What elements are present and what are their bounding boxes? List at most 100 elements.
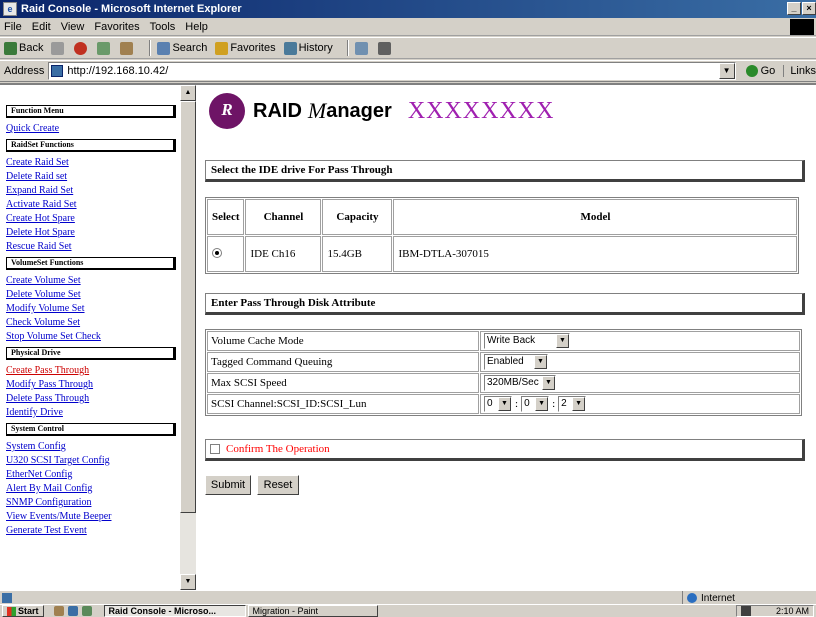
minimize-button[interactable]: _ (787, 2, 801, 15)
menu-link-ethernet-config[interactable]: EtherNet Config (6, 468, 176, 482)
favorites-button[interactable]: Favorites (215, 41, 276, 55)
max-scsi-speed-select[interactable]: 320MB/Sec ▼ (484, 375, 556, 391)
back-button[interactable]: Back (4, 41, 44, 55)
standard-toolbar: Back Search Favorites History (0, 37, 816, 59)
security-zone: Internet (682, 591, 735, 605)
back-label: Back (19, 42, 44, 54)
menu-header-volumeset: VolumeSet Functions (6, 257, 176, 270)
attr-label: Volume Cache Mode (207, 331, 479, 351)
windows-logo-icon (790, 19, 814, 35)
menu-header-physical-drive: Physical Drive (6, 347, 176, 360)
search-icon (157, 41, 171, 55)
capacity-cell: 15.4GB (322, 236, 393, 272)
table-row: Volume Cache Mode Write Back ▼ (207, 331, 800, 351)
drive-table: Select Channel Capacity Model IDE Ch16 1… (205, 197, 800, 274)
select-value: 0 (524, 398, 530, 409)
menu-link-quick-create[interactable]: Quick Create (6, 122, 176, 136)
window-titlebar: e Raid Console - Microsoft Internet Expl… (0, 0, 816, 18)
print-button[interactable] (377, 41, 393, 55)
menu-link-system-config[interactable]: System Config (6, 440, 176, 454)
attr-value-cell: Write Back ▼ (480, 331, 800, 351)
table-row: Tagged Command Queuing Enabled ▼ (207, 352, 800, 372)
mail-button[interactable] (354, 41, 370, 55)
menu-link-activate-raid-set[interactable]: Activate Raid Set (6, 198, 176, 212)
links-button[interactable]: Links (783, 65, 816, 77)
rm-badge-icon: R (209, 93, 245, 129)
mail-icon (354, 41, 368, 55)
menu-link-modify-volume-set[interactable]: Modify Volume Set (6, 302, 176, 316)
menu-link-alert-by-mail-config[interactable]: Alert By Mail Config (6, 482, 176, 496)
col-channel: Channel (245, 199, 322, 235)
menu-link-delete-raid-set[interactable]: Delete Raid set (6, 170, 176, 184)
menu-favorites[interactable]: Favorites (94, 21, 139, 33)
address-input[interactable]: http://192.168.10.42/ ▼ (48, 62, 736, 80)
scsi-channel-select[interactable]: 0 ▼ (484, 396, 512, 412)
ie-quicklaunch-icon[interactable] (67, 606, 78, 616)
stop-button[interactable] (74, 41, 89, 55)
network-icon[interactable] (741, 606, 751, 616)
menu-link-view-events[interactable]: View Events/Mute Beeper (6, 510, 176, 524)
print-icon (377, 41, 391, 55)
scsi-id-select[interactable]: 0 ▼ (521, 396, 550, 412)
volume-cache-mode-select[interactable]: Write Back ▼ (484, 333, 570, 349)
home-icon (120, 41, 134, 55)
menu-link-create-pass-through[interactable]: Create Pass Through (6, 364, 176, 378)
home-button[interactable] (120, 41, 135, 55)
search-button[interactable]: Search (157, 41, 207, 55)
menu-link-create-volume-set[interactable]: Create Volume Set (6, 274, 176, 288)
menu-link-identify-drive[interactable]: Identify Drive (6, 406, 176, 420)
menu-link-snmp-configuration[interactable]: SNMP Configuration (6, 496, 176, 510)
show-desktop-icon[interactable] (53, 606, 64, 616)
menu-link-expand-raid-set[interactable]: Expand Raid Set (6, 184, 176, 198)
attr-section-title: Enter Pass Through Disk Attribute (205, 293, 805, 315)
function-menu-frame: Function Menu Quick Create RaidSet Funct… (0, 85, 196, 590)
refresh-button[interactable] (97, 41, 112, 55)
menu-tools[interactable]: Tools (150, 21, 176, 33)
drive-select-radio[interactable] (212, 247, 222, 258)
menu-link-modify-pass-through[interactable]: Modify Pass Through (6, 378, 176, 392)
select-value: 2 (561, 398, 567, 409)
forward-button[interactable] (51, 41, 66, 55)
attr-label: SCSI Channel:SCSI_ID:SCSI_Lun (207, 394, 479, 414)
menu-edit[interactable]: Edit (32, 21, 51, 33)
outlook-icon[interactable] (81, 606, 92, 616)
history-button[interactable]: History (283, 41, 333, 55)
menu-link-stop-volume-set-check[interactable]: Stop Volume Set Check (6, 330, 176, 344)
taskbar-item-raid-console[interactable]: Raid Console - Microso... (103, 605, 246, 617)
start-button[interactable]: Start (2, 605, 44, 617)
close-button[interactable]: × (802, 2, 816, 15)
menu-link-create-raid-set[interactable]: Create Raid Set (6, 156, 176, 170)
chevron-down-icon: ▼ (572, 397, 586, 411)
menu-link-check-volume-set[interactable]: Check Volume Set (6, 316, 176, 330)
scroll-down-icon[interactable]: ▼ (180, 574, 196, 590)
select-value: Write Back (487, 335, 536, 346)
menu-link-create-hot-spare[interactable]: Create Hot Spare (6, 212, 176, 226)
menu-view[interactable]: View (61, 21, 85, 33)
menu-help[interactable]: Help (185, 21, 208, 33)
clock: 2:10 AM (775, 606, 809, 616)
drive-section-title: Select the IDE drive For Pass Through (205, 160, 805, 182)
menu-link-generate-test-event[interactable]: Generate Test Event (6, 524, 176, 538)
menu-link-delete-volume-set[interactable]: Delete Volume Set (6, 288, 176, 302)
address-bar: Address http://192.168.10.42/ ▼ Go Links (0, 60, 816, 82)
left-frame-scrollbar[interactable]: ▲ ▼ (180, 85, 196, 590)
go-button[interactable]: Go (745, 65, 775, 77)
scroll-up-icon[interactable]: ▲ (180, 85, 196, 101)
taskbar-item-paint[interactable]: Migration - Paint (247, 605, 378, 617)
menu-file[interactable]: File (4, 21, 22, 33)
raid-manager-logo: R RAID Manager XXXXXXXX (209, 93, 554, 129)
reset-button[interactable]: Reset (257, 475, 299, 495)
attr-label: Tagged Command Queuing (207, 352, 479, 372)
menu-link-delete-pass-through[interactable]: Delete Pass Through (6, 392, 176, 406)
scsi-lun-select[interactable]: 2 ▼ (558, 396, 587, 412)
confirm-checkbox[interactable] (210, 444, 220, 454)
address-dropdown-icon[interactable]: ▼ (718, 63, 735, 79)
menu-link-rescue-raid-set[interactable]: Rescue Raid Set (6, 240, 176, 254)
stop-icon (74, 41, 88, 55)
tagged-command-queuing-select[interactable]: Enabled ▼ (484, 354, 548, 370)
menu-link-u320-scsi-target-config[interactable]: U320 SCSI Target Config (6, 454, 176, 468)
scrollbar-thumb[interactable] (180, 101, 196, 513)
go-arrow-icon (745, 65, 758, 77)
menu-link-delete-hot-spare[interactable]: Delete Hot Spare (6, 226, 176, 240)
submit-button[interactable]: Submit (205, 475, 251, 495)
